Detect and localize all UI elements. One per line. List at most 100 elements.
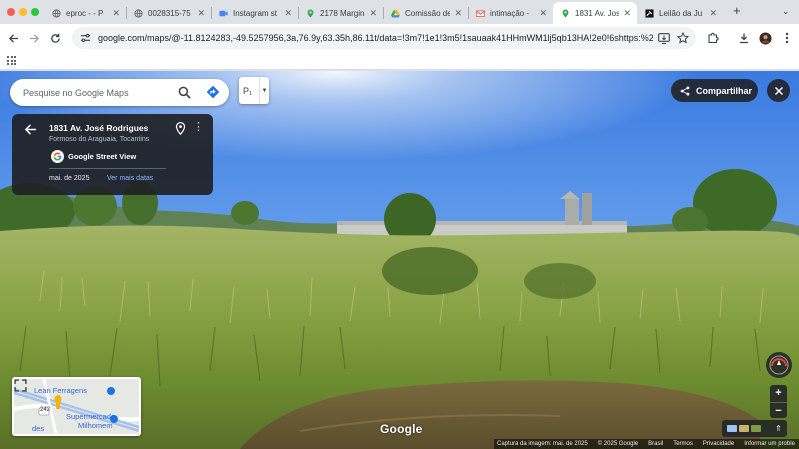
tab-maps-active[interactable]: 1831 Av. Jos ✕ <box>553 2 637 24</box>
zoom-in-button[interactable]: + <box>770 385 787 401</box>
tab-maps-marginal[interactable]: 2178 Margina ✕ <box>298 2 383 24</box>
maximize-window-button[interactable] <box>31 8 39 16</box>
compass-icon <box>769 355 789 375</box>
close-tab-icon[interactable]: ✕ <box>623 8 631 19</box>
apps-grid-icon[interactable] <box>7 56 16 65</box>
tab-title: 0028315-75 <box>148 8 191 18</box>
arrow-left-icon <box>8 33 18 43</box>
video-icon <box>219 9 228 18</box>
tab-title: intimação - <box>490 8 530 18</box>
capture-date: mai. de 2025 <box>49 175 90 182</box>
tab-leilao[interactable]: Leilão da Ju ✕ <box>637 2 723 24</box>
gavel-icon <box>645 8 654 18</box>
privacy-link[interactable]: Privacidade <box>703 441 734 447</box>
expand-up-icon[interactable]: ⇑ <box>774 423 783 434</box>
report-problem-link[interactable]: Informar um proble <box>744 441 795 447</box>
back-arrow-icon[interactable] <box>24 123 37 136</box>
tab-strip: eproc - - P ✕ 0028315-75 ✕ Instagram st … <box>0 0 799 24</box>
new-tab-button[interactable]: + <box>733 4 741 18</box>
kebab-menu-icon <box>785 32 789 44</box>
minimap-label-supermercado: Supermercado <box>66 412 116 421</box>
see-more-dates-link[interactable]: Ver mais datas <box>107 175 153 182</box>
share-icon <box>680 86 690 95</box>
downloads-button[interactable] <box>736 30 752 46</box>
close-tab-icon[interactable]: ✕ <box>454 8 462 19</box>
photo-thumbnail[interactable] <box>739 425 749 432</box>
forward-button[interactable] <box>26 30 42 46</box>
zoom-out-button[interactable]: − <box>770 402 787 418</box>
tab-instagram[interactable]: Instagram st ✕ <box>211 2 298 24</box>
compass[interactable] <box>766 352 792 378</box>
gmail-icon <box>476 9 485 18</box>
close-tab-icon[interactable]: ✕ <box>197 8 205 19</box>
terms-link[interactable]: Termos <box>673 441 693 447</box>
tab-process[interactable]: 0028315-75 ✕ <box>126 2 211 24</box>
back-button[interactable] <box>5 30 21 46</box>
photo-strip[interactable]: ⇑ <box>722 420 787 437</box>
close-icon <box>774 86 783 95</box>
globe-icon <box>134 8 143 18</box>
street-view-label: Google Street View <box>68 152 137 161</box>
country-link[interactable]: Brasil <box>648 441 663 447</box>
minimap-road-number: 242 <box>40 407 51 413</box>
copyright-text: © 2025 Google <box>597 441 639 447</box>
google-logo: Google <box>380 422 423 436</box>
install-app-icon[interactable] <box>657 31 671 45</box>
close-tab-icon[interactable]: ✕ <box>284 8 292 19</box>
search-input[interactable] <box>23 87 173 98</box>
reload-icon <box>50 33 60 43</box>
layer-toggle-button[interactable]: P₁ ▼ <box>239 77 269 104</box>
extensions-button[interactable] <box>705 30 721 46</box>
caret-down-icon[interactable]: ▼ <box>259 77 269 104</box>
location-pin-icon[interactable] <box>175 122 186 135</box>
location-title: 1831 Av. José Rodrigues <box>49 123 149 133</box>
tab-eproc[interactable]: eproc - - P ✕ <box>44 2 126 24</box>
minimap-label-ferragens: Lean Ferragens <box>34 386 87 395</box>
minimap-label-left: des <box>32 424 45 433</box>
directions-icon[interactable] <box>206 85 220 99</box>
site-info-icon[interactable] <box>78 31 92 45</box>
close-tab-icon[interactable]: ✕ <box>369 8 377 19</box>
minimap-label-milhomem: Milhomem <box>78 421 113 430</box>
reload-button[interactable] <box>47 30 63 46</box>
bookmark-star-icon[interactable] <box>676 31 690 45</box>
photo-thumbnail[interactable] <box>751 425 761 432</box>
maps-pin-icon <box>561 8 570 18</box>
search-icon[interactable] <box>178 86 191 99</box>
tab-list: eproc - - P ✕ 0028315-75 ✕ Instagram st … <box>44 2 723 24</box>
tab-search-chevron-icon[interactable]: ⌄ <box>782 6 790 17</box>
minimize-window-button[interactable] <box>19 8 27 16</box>
bookmarks-bar <box>0 52 799 70</box>
tab-title: 2178 Margina <box>320 8 366 18</box>
tab-title: Leilão da Ju <box>659 8 703 18</box>
close-tab-icon[interactable]: ✕ <box>112 8 120 19</box>
tab-title: eproc - - P <box>66 8 104 18</box>
tab-comissao[interactable]: Comissão de ✕ <box>383 2 468 24</box>
close-window-button[interactable] <box>7 8 15 16</box>
minimap[interactable]: Lean Ferragens Supermercado Milhomem 242… <box>12 377 141 436</box>
tab-title: Comissão de <box>405 8 451 18</box>
address-bar[interactable]: google.com/maps/@-11.8124283,-49.5257956… <box>72 27 696 49</box>
photo-thumbnail[interactable] <box>727 425 737 432</box>
location-info-card: 1831 Av. José Rodrigues Formoso do Aragu… <box>12 114 213 195</box>
tab-gmail[interactable]: intimação - ✕ <box>468 2 553 24</box>
browser-menu-button[interactable] <box>779 30 795 46</box>
share-button[interactable]: Compartilhar <box>671 79 758 102</box>
profile-avatar[interactable] <box>757 30 773 46</box>
more-options-icon[interactable]: ⋮ <box>193 121 204 135</box>
attribution-bar: Captura da imagem: mai. de 2025 © 2025 G… <box>494 439 799 449</box>
capture-date-text: Captura da imagem: mai. de 2025 <box>497 441 588 447</box>
divider <box>49 168 166 169</box>
puzzle-icon <box>708 32 719 44</box>
close-street-view-button[interactable] <box>767 79 790 102</box>
arrow-right-icon <box>29 33 39 43</box>
drive-icon <box>391 9 400 18</box>
layer-label: P₁ <box>243 85 253 96</box>
location-subtitle: Formoso do Araguaia, Tocantins <box>49 136 150 143</box>
close-tab-icon[interactable]: ✕ <box>709 8 717 19</box>
close-tab-icon[interactable]: ✕ <box>539 8 547 19</box>
expand-icon[interactable] <box>14 379 27 392</box>
globe-icon <box>52 8 61 18</box>
tab-title: Instagram st <box>233 8 278 18</box>
street-view-panorama[interactable]: P₁ ▼ Compartilhar 1831 Av. José Rodrigue… <box>0 71 799 449</box>
